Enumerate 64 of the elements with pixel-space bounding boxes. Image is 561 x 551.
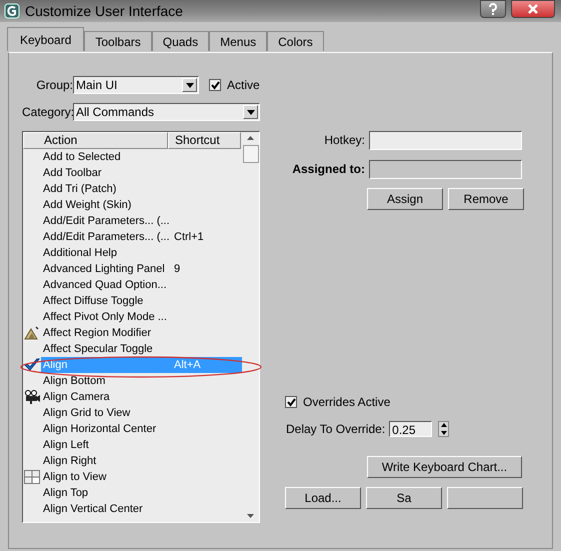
delay-label: Delay To Override: bbox=[286, 422, 386, 436]
button[interactable]: Sa bbox=[366, 487, 442, 509]
tab[interactable]: Toolbars bbox=[84, 31, 152, 51]
category-label: Category: bbox=[22, 105, 73, 119]
overrides-checkbox[interactable] bbox=[285, 396, 297, 408]
tab[interactable]: Menus bbox=[209, 31, 268, 51]
close-icon bbox=[527, 4, 539, 14]
camera-icon bbox=[24, 390, 40, 404]
button[interactable]: Remove bbox=[448, 188, 524, 210]
button[interactable]: Load... bbox=[285, 487, 361, 509]
hotkey-label: Hotkey: bbox=[323, 133, 365, 147]
dropdown-arrow-icon bbox=[246, 110, 254, 114]
column-header[interactable]: Shortcut bbox=[168, 132, 241, 149]
checkmark-icon bbox=[24, 358, 40, 372]
action-row[interactable]: Add/Edit Parameters... (... bbox=[41, 213, 242, 229]
viewport-icon bbox=[24, 470, 40, 484]
tab[interactable]: Colors bbox=[267, 31, 324, 51]
action-row[interactable]: Align Top bbox=[41, 485, 242, 501]
group-label: Group: bbox=[35, 78, 73, 92]
action-row[interactable]: Advanced Quad Option... bbox=[41, 277, 242, 293]
action-row[interactable]: Add to Selected bbox=[41, 149, 242, 165]
button[interactable]: Assign bbox=[367, 188, 443, 210]
write-chart-button[interactable]: Write Keyboard Chart... bbox=[367, 456, 522, 478]
close-button[interactable] bbox=[511, 0, 555, 18]
dropdown-arrow-icon bbox=[186, 82, 194, 88]
action-row[interactable]: Align Horizontal Center bbox=[41, 421, 242, 437]
active-checkbox[interactable] bbox=[209, 79, 221, 91]
action-row[interactable]: Affect Diffuse Toggle bbox=[41, 293, 242, 309]
tab[interactable]: Keyboard bbox=[7, 27, 84, 51]
action-row[interactable]: Add Weight (Skin) bbox=[41, 197, 242, 213]
scroll-down-icon bbox=[247, 514, 254, 518]
help-icon bbox=[488, 3, 498, 15]
assigned-to-label: Assigned to: bbox=[291, 162, 365, 176]
help-button[interactable] bbox=[480, 0, 506, 18]
action-row[interactable]: Add Tri (Patch) bbox=[41, 181, 242, 197]
scroll-thumb[interactable] bbox=[242, 145, 258, 163]
category-dropdown[interactable]: All Commands bbox=[73, 103, 260, 121]
action-row[interactable]: Align Camera bbox=[41, 389, 242, 405]
action-row[interactable]: Advanced Lighting Panel 9 bbox=[41, 261, 242, 277]
hotkey-field[interactable] bbox=[369, 130, 522, 150]
mountain-icon bbox=[24, 326, 40, 340]
button[interactable] bbox=[447, 487, 523, 509]
action-row[interactable]: Align Vertical Center bbox=[41, 501, 242, 517]
active-label: Active bbox=[227, 78, 260, 92]
action-row[interactable]: Align to View bbox=[41, 469, 242, 485]
action-row[interactable]: Affect Specular Toggle bbox=[41, 341, 242, 357]
group-dropdown[interactable]: Main UI bbox=[73, 76, 199, 94]
window-title: Customize User Interface bbox=[25, 3, 183, 19]
delay-field[interactable]: 0.25 bbox=[389, 421, 432, 437]
action-row[interactable]: Add/Edit Parameters... (... Ctrl+1 bbox=[41, 229, 242, 245]
action-row[interactable]: Affect Region Modifier bbox=[41, 325, 242, 341]
action-row[interactable]: Align Bottom bbox=[41, 373, 242, 389]
scroll-up-icon bbox=[247, 136, 254, 140]
overrides-label: Overrides Active bbox=[303, 395, 390, 409]
spinner[interactable] bbox=[438, 421, 450, 437]
action-row[interactable]: Add Toolbar bbox=[41, 165, 242, 181]
action-row[interactable]: Align Grid to View bbox=[41, 405, 242, 421]
action-row[interactable]: Align Left bbox=[41, 437, 242, 453]
column-header[interactable]: Action bbox=[23, 132, 168, 149]
app-icon bbox=[4, 3, 20, 19]
tab[interactable]: Quads bbox=[152, 31, 210, 51]
action-row[interactable]: Affect Pivot Only Mode ... bbox=[41, 309, 242, 325]
action-row[interactable]: Additional Help bbox=[41, 245, 242, 261]
action-row[interactable]: Align Right bbox=[41, 453, 242, 469]
